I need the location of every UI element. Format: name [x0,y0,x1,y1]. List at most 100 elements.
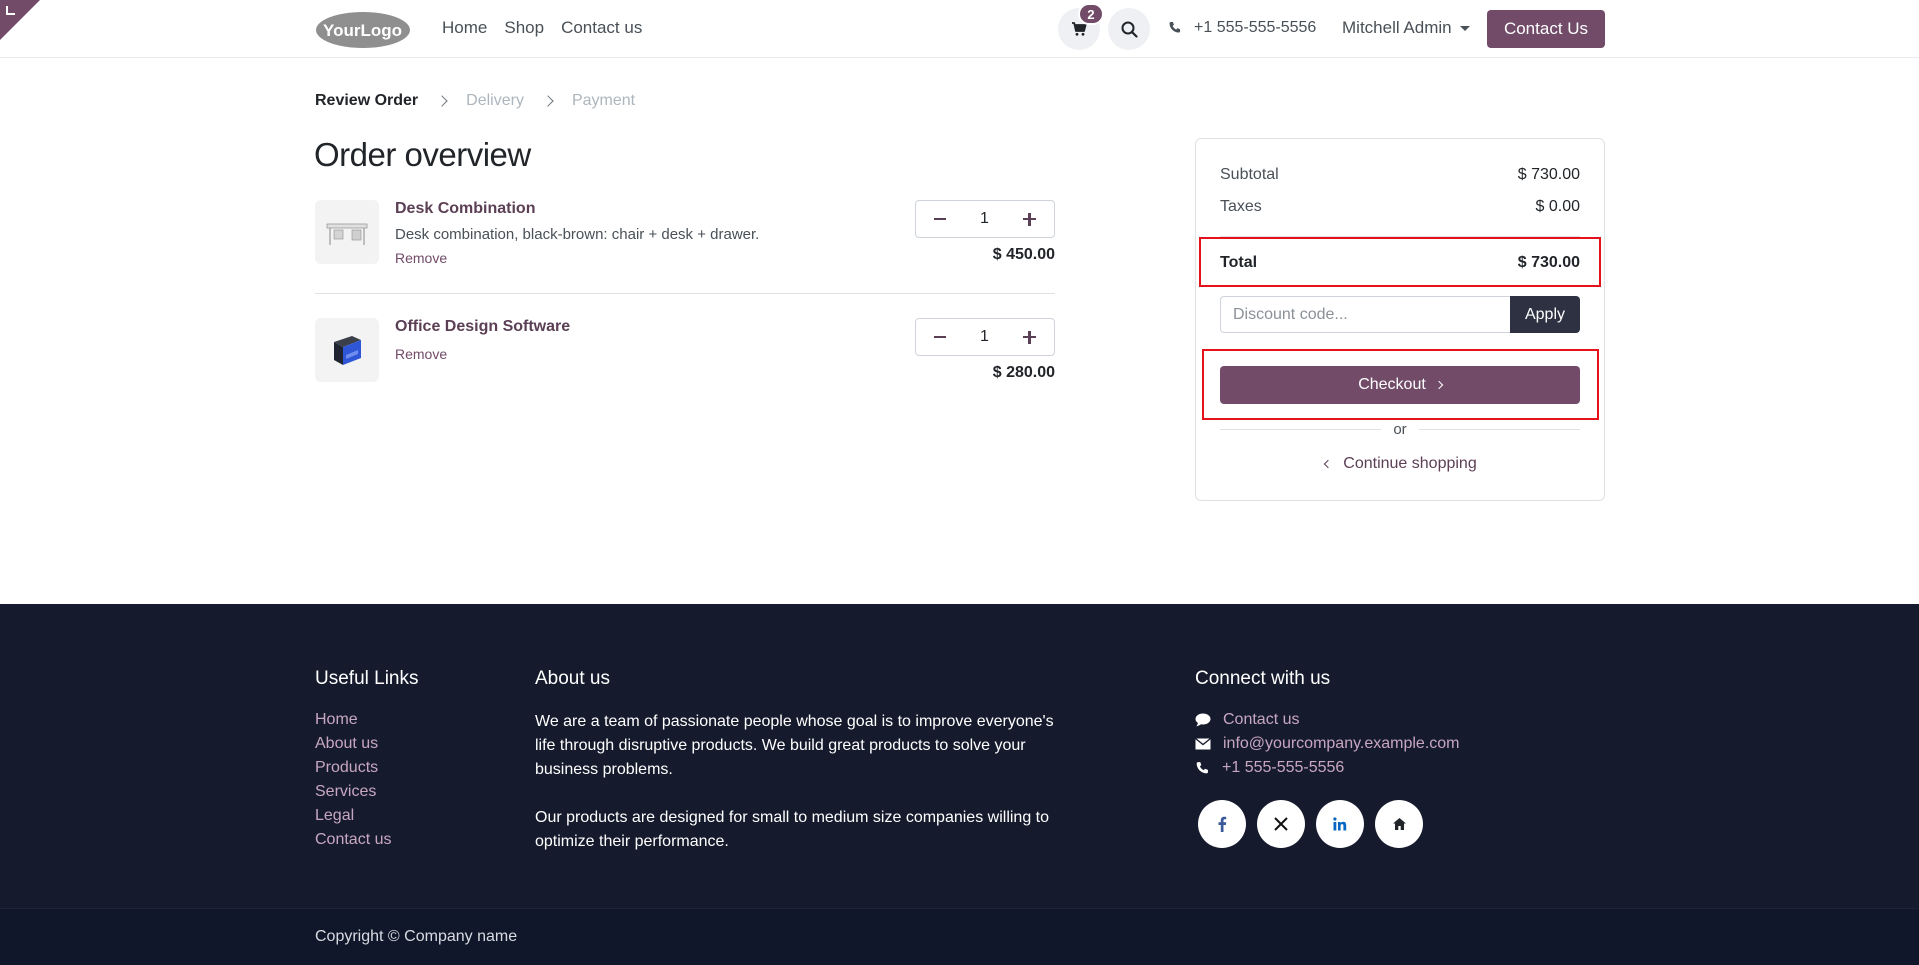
footer-link-contact-us[interactable]: Contact us [315,830,391,850]
cart-line-item: Desk Combination Desk combination, black… [315,200,1055,280]
footer-bottom-bar [0,908,1919,965]
apply-button[interactable]: Apply [1510,296,1580,333]
product-thumbnail-software[interactable] [315,318,379,382]
about-text: We are a team of passionate people whose… [535,710,1055,854]
corner-mark-icon [6,6,15,15]
envelope-icon [1195,738,1211,750]
user-name: Mitchell Admin [1342,18,1452,37]
nav-home[interactable]: Home [442,18,487,38]
quantity-value[interactable]: 1 [980,210,989,228]
footer-link-about-us[interactable]: About us [315,734,391,754]
cart-button[interactable]: 2 [1058,3,1104,50]
product-name-link[interactable]: Office Design Software [395,318,570,336]
site-header: YourLogo Home Shop Contact us 2 +1 555-5… [0,0,1919,58]
nav-shop[interactable]: Shop [504,18,544,38]
highlight-box-checkout [1202,349,1599,420]
x-button[interactable] [1257,800,1305,848]
connect-phone-text: +1 555-555-5556 [1222,759,1345,776]
desk-image-icon [326,223,368,245]
connect-email-text: info@yourcompany.example.com [1223,735,1460,752]
cart-count-badge: 2 [1078,3,1104,25]
chevron-right-icon [436,95,448,107]
copyright-text: Copyright © Company name [315,928,518,945]
chevron-right-icon [542,95,554,107]
connect-contact-link[interactable]: Contact us [1195,710,1460,730]
subtotal-label: Subtotal [1220,166,1279,183]
search-button[interactable] [1108,8,1150,50]
plus-icon[interactable] [1023,330,1036,344]
facebook-button[interactable] [1198,800,1246,848]
phone-icon [1196,761,1208,773]
highlight-box-total [1199,237,1601,287]
step-review-order: Review Order [315,92,419,109]
footer-link-services[interactable]: Services [315,782,391,802]
connect-contact-text: Contact us [1223,711,1300,728]
footer-link-home[interactable]: Home [315,710,391,730]
taxes-value: $ 0.00 [1535,198,1580,215]
connect-heading: Connect with us [1195,668,1331,689]
useful-links-heading: Useful Links [315,668,419,689]
plus-icon[interactable] [1023,212,1036,226]
site-logo[interactable]: YourLogo [315,11,411,49]
chat-icon [1195,713,1211,727]
social-links [1198,800,1423,848]
minus-icon[interactable] [934,217,946,221]
step-delivery: Delivery [466,92,524,109]
subtotal-value: $ 730.00 [1517,166,1580,183]
chevron-left-icon [1324,459,1333,469]
divider [315,293,1055,294]
user-menu[interactable]: Mitchell Admin [1342,18,1470,38]
footer-link-legal[interactable]: Legal [315,806,391,826]
subtotal-row: Subtotal $ 730.00 [1220,166,1580,184]
footer-link-products[interactable]: Products [315,758,391,778]
order-summary-card: Subtotal $ 730.00 Taxes $ 0.00 Total $ 7… [1195,138,1605,501]
quantity-stepper: 1 [915,318,1055,356]
contact-us-button[interactable]: Contact Us [1487,10,1605,48]
search-icon [1121,21,1138,38]
header-phone[interactable]: +1 555-555-5556 [1168,19,1316,37]
about-paragraph: Our products are designed for small to m… [535,809,1050,850]
caret-down-icon [1459,25,1470,31]
x-icon [1274,817,1288,831]
page-title: Order overview [314,136,531,173]
product-name-link[interactable]: Desk Combination [395,200,535,218]
discount-code-input[interactable] [1220,296,1510,333]
about-heading: About us [535,668,610,689]
divider [1220,428,1382,430]
or-separator: or [1220,419,1580,439]
line-price: $ 450.00 [992,246,1055,263]
header-phone-text: +1 555-555-5556 [1194,19,1317,36]
cart-line-item: Office Design Software Remove 1 $ 280.00 [315,318,1055,398]
product-description: Desk combination, black-brown: chair + d… [395,226,760,243]
continue-shopping-link[interactable]: Continue shopping [1196,455,1606,473]
software-box-image-icon [334,336,361,365]
product-thumbnail-desk[interactable] [315,200,379,264]
divider [1418,428,1580,430]
line-price: $ 280.00 [992,364,1055,381]
home-button[interactable] [1375,800,1423,848]
linkedin-button[interactable] [1316,800,1364,848]
minus-icon[interactable] [934,335,946,339]
logo-text: YourLogo [323,21,402,40]
about-paragraph: We are a team of passionate people whose… [535,713,1054,778]
checkout-steps: Review Order Delivery Payment [315,92,635,110]
useful-links-list: Home About us Products Services Legal Co… [315,710,391,850]
discount-form: Apply [1220,296,1580,333]
facebook-icon [1218,816,1227,832]
main-nav: Home Shop Contact us [442,18,642,38]
remove-link[interactable]: Remove [395,250,447,266]
connect-email-link[interactable]: info@yourcompany.example.com [1195,734,1460,754]
connect-phone-link[interactable]: +1 555-555-5556 [1195,758,1460,778]
continue-shopping-label: Continue shopping [1343,455,1477,472]
home-icon [1392,818,1406,830]
quantity-value[interactable]: 1 [980,328,989,346]
linkedin-icon [1333,817,1347,831]
taxes-label: Taxes [1220,198,1262,215]
phone-icon [1169,22,1181,33]
taxes-row: Taxes $ 0.00 [1220,198,1580,216]
connect-list: Contact us info@yourcompany.example.com … [1195,710,1460,778]
remove-link[interactable]: Remove [395,346,447,362]
step-payment: Payment [571,92,636,109]
or-text: or [1393,420,1407,438]
nav-contact-us[interactable]: Contact us [561,18,642,38]
